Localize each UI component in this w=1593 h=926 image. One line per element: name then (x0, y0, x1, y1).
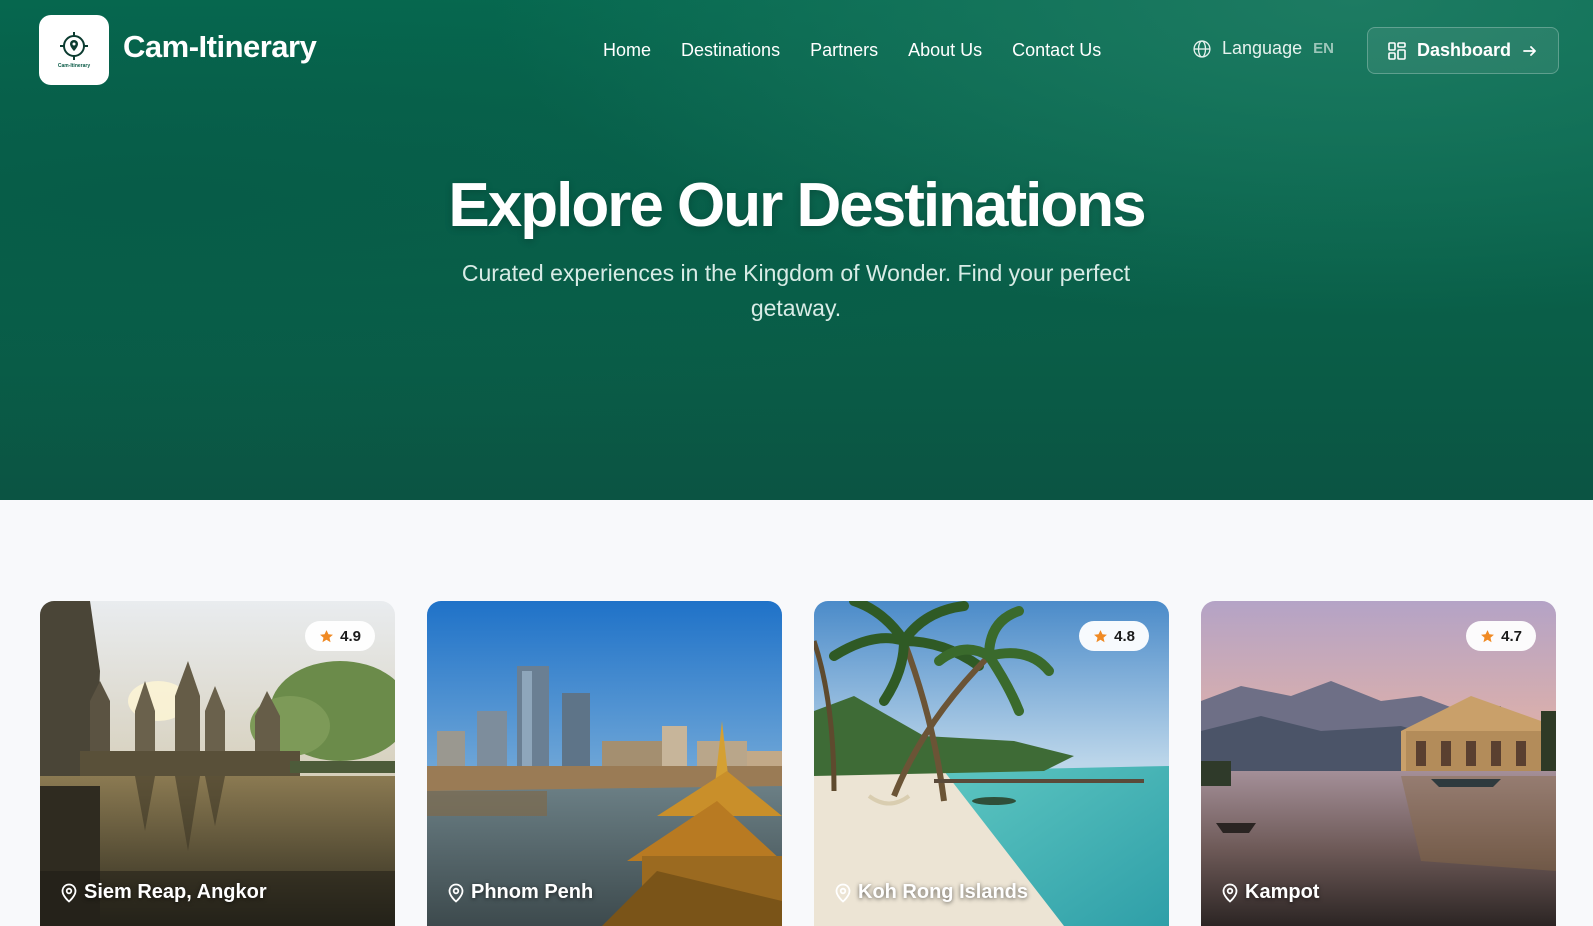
main-nav: Home Destinations Partners About Us Cont… (603, 40, 1131, 61)
nav-destinations[interactable]: Destinations (681, 40, 780, 61)
brand-name[interactable]: Cam-Itinerary (123, 29, 317, 65)
destination-name: Koh Rong Islands (858, 881, 1028, 903)
brand-logo[interactable]: Cam-Itinerary (39, 15, 109, 85)
language-code: EN (1313, 40, 1334, 57)
star-icon (1481, 629, 1495, 642)
star-icon (320, 629, 334, 642)
destination-label: Phnom Penh (447, 881, 593, 904)
compass-icon (60, 32, 88, 60)
rating-value: 4.9 (340, 627, 361, 645)
nav-partners[interactable]: Partners (810, 40, 878, 61)
dashboard-button[interactable]: Dashboard (1367, 27, 1559, 74)
map-pin-icon (1222, 883, 1238, 903)
star-icon (1094, 629, 1108, 642)
nav-home[interactable]: Home (603, 40, 651, 61)
destination-label: Kampot (1221, 881, 1319, 904)
rating-value: 4.8 (1114, 627, 1135, 645)
page-subtitle: Curated experiences in the Kingdom of Wo… (461, 260, 1131, 321)
nav-about-us[interactable]: About Us (908, 40, 982, 61)
language-selector[interactable]: Language EN (1192, 38, 1334, 59)
destination-card-koh-rong[interactable]: 4.8 Koh Rong Islands (814, 601, 1169, 926)
rating-badge: 4.8 (1079, 621, 1149, 651)
rating-badge: 4.7 (1466, 621, 1536, 651)
destination-name: Siem Reap, Angkor (84, 881, 267, 903)
grid-icon (1388, 41, 1406, 60)
globe-icon (1193, 39, 1211, 58)
rating-value: 4.7 (1501, 627, 1522, 645)
destination-card-phnom-penh[interactable]: Phnom Penh (427, 601, 782, 926)
destination-grid: 4.9 Siem Reap, Angkor Phnom Penh 4.8 Koh… (40, 601, 1556, 926)
phnom-penh-image (427, 601, 782, 926)
destination-label: Siem Reap, Angkor (60, 881, 267, 904)
hero-section: Cam-Itinerary Cam-Itinerary Home Destina… (0, 0, 1593, 500)
destination-label: Koh Rong Islands (834, 881, 1028, 904)
logo-text: Cam-Itinerary (57, 63, 91, 69)
destination-name: Phnom Penh (471, 881, 594, 903)
rating-badge: 4.9 (305, 621, 375, 651)
destination-name: Kampot (1245, 881, 1320, 903)
destination-card-kampot[interactable]: 4.7 Kampot (1201, 601, 1556, 926)
map-pin-icon (61, 883, 77, 903)
dashboard-label: Dashboard (1416, 40, 1512, 60)
nav-contact-us[interactable]: Contact Us (1012, 40, 1101, 61)
destination-card-siem-reap[interactable]: 4.9 Siem Reap, Angkor (40, 601, 395, 926)
map-pin-icon (448, 883, 464, 903)
language-label: Language (1222, 38, 1303, 58)
arrow-right-icon (1523, 45, 1536, 56)
map-pin-icon (835, 883, 851, 903)
page-title: Explore Our Destinations (448, 171, 1146, 240)
